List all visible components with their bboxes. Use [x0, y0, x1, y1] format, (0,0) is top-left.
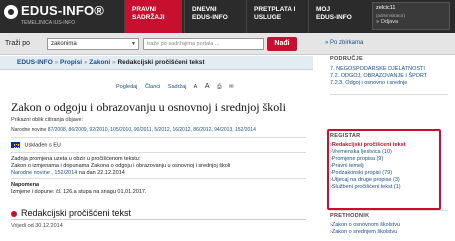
- gazette-refs: Narodne novine 87/2008, 86/2009, 92/2010…: [11, 127, 306, 133]
- tab-label: EDUS-INFO: [316, 14, 352, 21]
- email-icon[interactable]: ✉: [229, 84, 234, 90]
- area-item[interactable]: 7.2. ODGOJ, OBRAZOVANJE I ŠPORT: [330, 73, 427, 80]
- gazette-label: Narodne novine: [11, 127, 47, 133]
- note-text: Izmjene i dopune: čl. 126.a stupa na sna…: [11, 189, 147, 195]
- chevron-down-icon: ▼: [131, 41, 136, 47]
- logo-tagline: TEMELJNICA IUS-INFO: [21, 20, 76, 26]
- register-item-changes[interactable]: Promjene propisa (9): [330, 156, 406, 163]
- tab-label: PRAVNI: [132, 6, 157, 13]
- tab-pretplata-i-usluge[interactable]: PRETPLATA I USLUGE: [246, 0, 306, 33]
- areas-heading: PODRUČJE: [330, 56, 363, 62]
- divider: [11, 178, 306, 179]
- predecessor-section: PRETHODNIK Zakon o osnovnom školstvu Zak…: [330, 213, 400, 236]
- logout-link[interactable]: » Odjava: [376, 19, 446, 26]
- eu-compliance: Usklađen s EU: [11, 142, 61, 148]
- predecessor-item[interactable]: Zakon o osnovnom školstvu: [330, 222, 400, 229]
- page: { "header": { "logo_name": "EDUS-INFO®",…: [0, 0, 455, 241]
- main-content: Pogledaj Članci Sadržaj A A ⎙ ✉ Zakon o …: [0, 70, 313, 241]
- search-bar: Traži po zakonima ▼ traže po sadržajima …: [0, 33, 455, 55]
- font-decrease-icon[interactable]: A: [194, 84, 198, 90]
- tab-moj-edus-info[interactable]: MOJ EDUS-INFO: [308, 0, 368, 33]
- register-heading: REGISTAR: [330, 133, 361, 139]
- predecessor-item[interactable]: Zakon o srednjem školstvu: [330, 229, 400, 236]
- breadcrumb-edus-info[interactable]: EDUS-INFO: [17, 59, 53, 66]
- search-button[interactable]: Nađi: [267, 37, 297, 51]
- last-change-date: na dan 22.12.2014: [78, 170, 125, 176]
- contents-link[interactable]: Sadržaj: [168, 84, 187, 90]
- register-item-bylaws[interactable]: Podzakonski propisi (79): [330, 170, 406, 177]
- view-link[interactable]: Pogledaj: [116, 84, 137, 90]
- tab-label: MOJ: [316, 6, 331, 13]
- logo-icon: [4, 5, 18, 19]
- document-toolbar: Pogledaj Članci Sadržaj A A ⎙ ✉: [116, 83, 240, 91]
- register-section: REGISTAR Redakcijski pročišćeni tekst Vr…: [330, 133, 406, 191]
- citation-label: Prikazni oblik citiranja objave:: [11, 117, 84, 123]
- breadcrumb-zakoni[interactable]: Zakoni: [89, 59, 110, 66]
- breadcrumb: EDUS-INFO » Propisi » Zakoni » Redakcijs…: [17, 59, 205, 66]
- divider: [11, 219, 306, 220]
- bullet-icon: [11, 210, 17, 217]
- consolidated-text-title: Redakcijski pročišćeni tekst: [21, 208, 132, 218]
- top-navigation: EDUS-INFO® TEMELJNICA IUS-INFO PRAVNI SA…: [0, 0, 455, 33]
- last-change-label: Zadnja promjena uzeta u obzir u pročišće…: [11, 156, 141, 162]
- divider: [11, 137, 306, 138]
- area-item[interactable]: 7.2.3. Odgoj i osnovno i srednje: [330, 80, 427, 87]
- search-scope-select[interactable]: zakonima ▼: [47, 38, 139, 50]
- register-item-legal-basis[interactable]: Pravni temelj: [330, 163, 406, 170]
- tab-label: USLUGE: [254, 14, 282, 21]
- gazette-ref-links[interactable]: 87/2008, 86/2009, 92/2010, 105/2010, 90/…: [48, 127, 256, 133]
- register-item-impact[interactable]: Utjecaj na druge propise (3): [330, 177, 406, 184]
- divider: [330, 210, 448, 211]
- areas-section: PODRUČJE: [330, 56, 363, 65]
- document-title: Zakon o odgoju i obrazovanju u osnovnoj …: [11, 100, 286, 114]
- note-label: Napomena: [11, 182, 40, 188]
- user-name: zelcic11: [376, 5, 396, 11]
- search-scope-value: zakonima: [51, 41, 77, 47]
- breadcrumb-propisi[interactable]: Propisi: [60, 59, 82, 66]
- consolidated-text-heading: Redakcijski pročišćeni tekst: [11, 208, 131, 218]
- eu-flag-icon: [11, 142, 20, 148]
- tab-label: EDUS-INFO: [192, 14, 228, 21]
- valid-from: Vrijedi od 30.12.2014: [11, 223, 63, 229]
- tab-dnevni-edus-info[interactable]: DNEVNI EDUS-INFO: [184, 0, 244, 33]
- tab-label: SADRŽAJI: [132, 14, 165, 21]
- logo-name: EDUS-INFO®: [21, 3, 105, 18]
- articles-link[interactable]: Članci: [145, 84, 160, 90]
- search-label: Traži po: [5, 40, 31, 47]
- tab-pravni-sadrzaji[interactable]: PRAVNI SADRŽAJI: [124, 0, 182, 33]
- predecessor-heading: PRETHODNIK: [330, 213, 370, 219]
- sidebar: PODRUČJE 7. NEGOSPODARSKE DJELATNOSTI 7.…: [322, 56, 455, 241]
- note: Napomena Izmjene i dopune: čl. 126.a stu…: [11, 182, 146, 196]
- area-item[interactable]: 7. NEGOSPODARSKE DJELATNOSTI: [330, 66, 427, 73]
- last-change: Zadnja promjena uzeta u obzir u pročišće…: [11, 156, 230, 177]
- areas-list: 7. NEGOSPODARSKE DJELATNOSTI 7.2. ODGOJ,…: [330, 66, 427, 87]
- print-icon[interactable]: ⎙: [217, 84, 221, 90]
- user-role: (administrator): [376, 13, 406, 18]
- tab-label: DNEVNI: [192, 6, 217, 13]
- divider: [330, 94, 448, 95]
- register-item-official[interactable]: Službeni pročišćeni tekst (1): [330, 184, 406, 191]
- font-increase-icon[interactable]: A: [205, 83, 210, 90]
- breadcrumb-bar: EDUS-INFO » Propisi » Zakoni » Redakcijs…: [0, 56, 313, 70]
- last-change-text: Zakon o izmjenama i dopunama Zakona o od…: [11, 163, 231, 169]
- search-input[interactable]: traže po sadržajima portala ...: [143, 38, 264, 50]
- tab-label: PRETPLATA I: [254, 6, 296, 13]
- collections-link[interactable]: » Po zbirkama: [325, 40, 363, 46]
- eu-compliance-label: Usklađen s EU: [24, 142, 61, 149]
- user-box: zelcic11 (administrator) » Odjava: [372, 2, 450, 30]
- register-item-consolidated[interactable]: Redakcijski pročišćeni tekst: [330, 142, 406, 149]
- last-change-gazette-link[interactable]: Narodne novine , 152/2014: [11, 170, 77, 176]
- divider: [11, 152, 306, 153]
- register-item-timeline[interactable]: Vremenska ljestvica (10): [330, 149, 406, 156]
- logo[interactable]: EDUS-INFO® TEMELJNICA IUS-INFO: [4, 3, 122, 31]
- breadcrumb-current: Redakcijski pročišćeni tekst: [117, 59, 205, 66]
